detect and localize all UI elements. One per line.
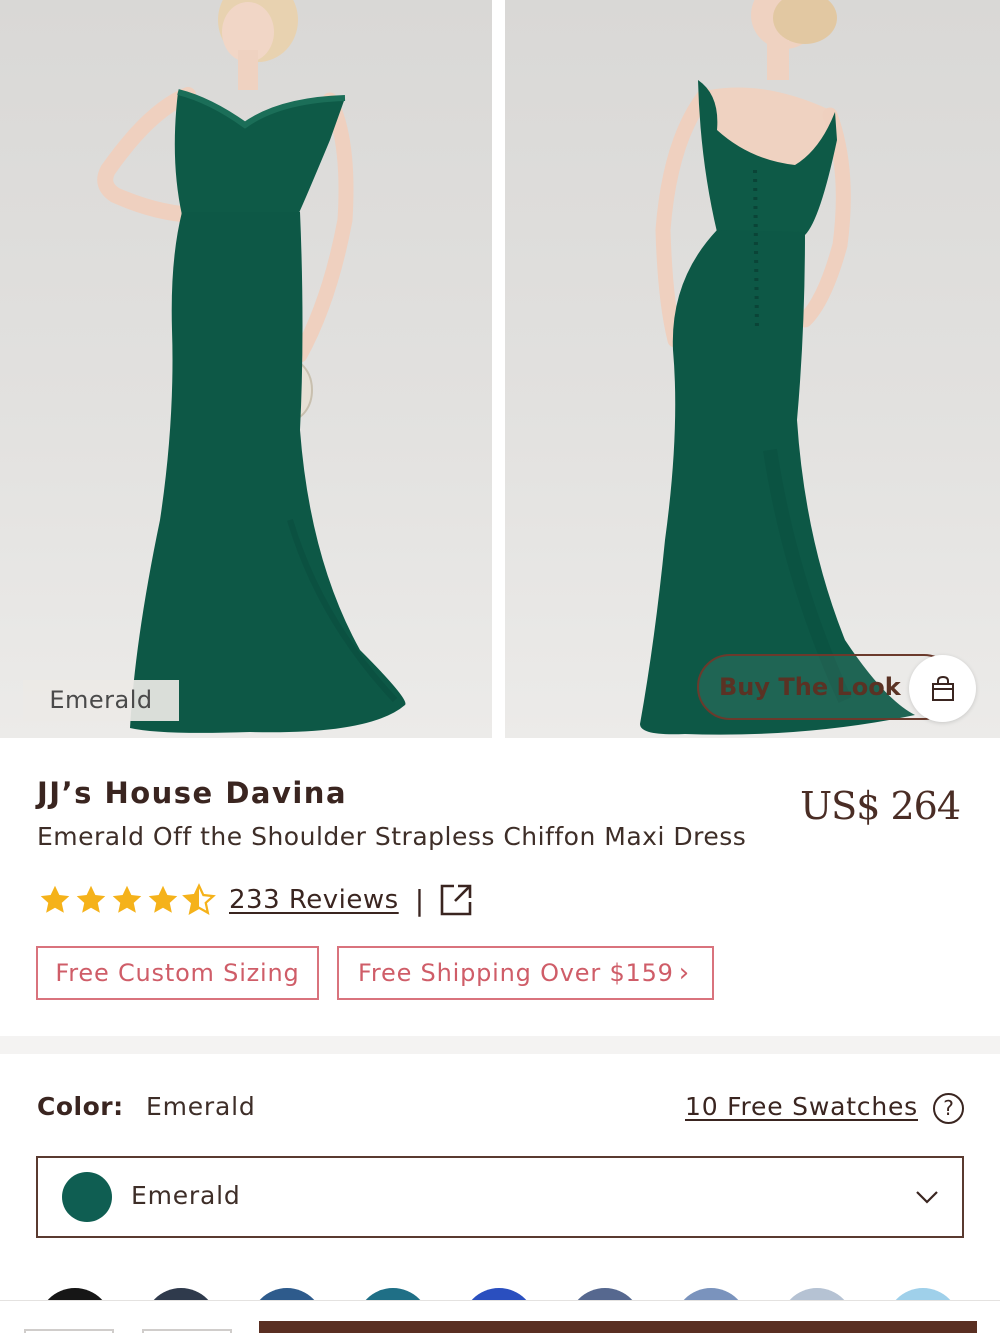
star-full-icon (112, 885, 142, 913)
chevron-down-icon (916, 1191, 938, 1204)
product-brand-title: JJ’s House Davina (37, 776, 348, 810)
reviews-link[interactable]: 233 Reviews (229, 885, 399, 915)
bottom-secondary-button[interactable] (142, 1329, 232, 1333)
product-photo-back[interactable] (505, 0, 1000, 738)
color-label: Color: (37, 1092, 124, 1121)
product-price: US$ 264 (800, 784, 961, 828)
color-value: Emerald (146, 1092, 256, 1121)
color-swatch[interactable] (38, 1288, 112, 1300)
star-full-icon (40, 885, 70, 913)
color-swatch-row[interactable] (0, 1286, 1000, 1300)
color-swatch[interactable] (674, 1288, 748, 1300)
rating-separator: | (414, 883, 425, 917)
color-select-dropdown[interactable]: Emerald (36, 1156, 964, 1238)
free-shipping-label: Free Shipping Over $159 (358, 959, 674, 987)
add-to-cart-button[interactable] (259, 1321, 977, 1333)
color-swatch[interactable] (568, 1288, 642, 1300)
color-swatch[interactable] (462, 1288, 536, 1300)
selected-color-swatch (62, 1172, 112, 1222)
section-divider (0, 1036, 1000, 1054)
bottom-action-bar (0, 1300, 1000, 1333)
free-custom-sizing-chip[interactable]: Free Custom Sizing (36, 946, 319, 1000)
color-swatch[interactable] (886, 1288, 960, 1300)
star-half-icon (182, 883, 216, 915)
star-rating[interactable] (37, 882, 217, 918)
rating-row: 233 Reviews | (37, 880, 474, 920)
dress-back-illustration (640, 0, 915, 735)
free-custom-sizing-label: Free Custom Sizing (55, 959, 300, 987)
shopping-bag-icon (931, 675, 954, 701)
star-full-icon (148, 885, 178, 913)
buy-the-look-label: Buy The Look (719, 673, 901, 701)
color-swatch[interactable] (144, 1288, 218, 1300)
share-external-icon[interactable] (438, 882, 474, 918)
product-subtitle: Emerald Off the Shoulder Strapless Chiff… (37, 822, 747, 851)
color-swatch[interactable] (250, 1288, 324, 1300)
chevron-right-icon: › (678, 958, 690, 988)
star-full-icon (76, 885, 106, 913)
selected-color-label: Emerald (131, 1181, 241, 1210)
color-tag: Emerald (23, 680, 179, 721)
help-icon[interactable]: ? (933, 1093, 964, 1124)
product-gallery[interactable]: Emerald Buy The Look (0, 0, 1000, 738)
free-shipping-chip[interactable]: Free Shipping Over $159 › (337, 946, 714, 1000)
shopping-bag-button[interactable] (909, 655, 976, 722)
free-swatches-link[interactable]: 10 Free Swatches (685, 1092, 918, 1121)
color-swatch[interactable] (356, 1288, 430, 1300)
dress-front-illustration (97, 0, 406, 733)
product-photo-front[interactable]: Emerald (0, 0, 492, 738)
bottom-secondary-button[interactable] (24, 1329, 114, 1333)
color-swatch[interactable] (780, 1288, 854, 1300)
